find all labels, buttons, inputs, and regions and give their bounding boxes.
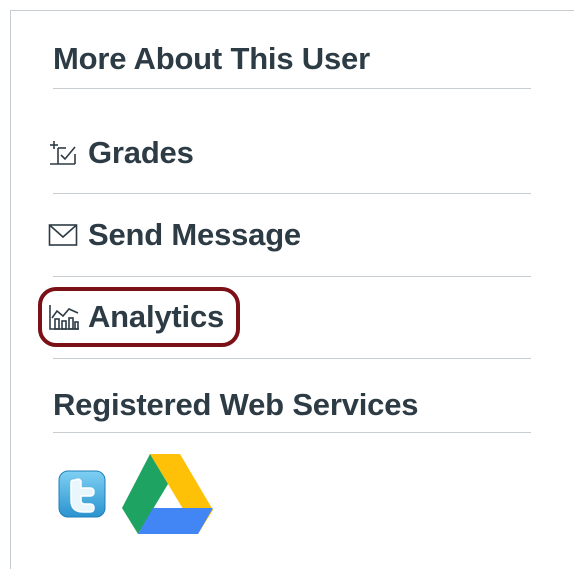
grades-label: Grades [88, 135, 194, 170]
send-message-label: Send Message [88, 217, 301, 252]
divider [53, 276, 531, 277]
divider [53, 432, 531, 433]
section-title-more-about-user: More About This User [53, 41, 370, 76]
send-message-link[interactable]: Send Message [48, 211, 301, 259]
analytics-link[interactable]: Analytics [48, 293, 224, 341]
grades-link[interactable]: Grades [48, 129, 194, 177]
section-title-registered-web-services: Registered Web Services [53, 387, 419, 422]
divider [53, 88, 531, 89]
google-drive-icon[interactable] [120, 452, 216, 541]
analytics-icon [48, 302, 82, 332]
grades-icon [48, 138, 82, 168]
divider [53, 193, 531, 194]
twitter-icon[interactable] [58, 470, 106, 523]
envelope-icon [48, 220, 82, 250]
divider [53, 358, 531, 359]
analytics-label: Analytics [88, 299, 225, 334]
